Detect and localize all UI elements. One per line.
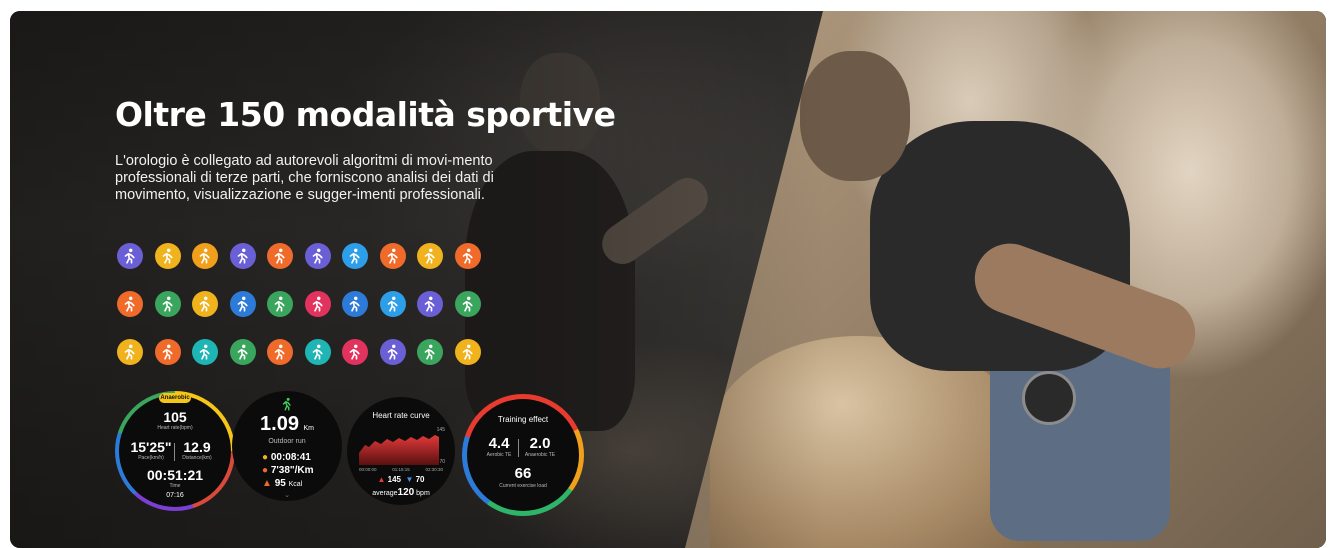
stepper-icon <box>117 243 143 269</box>
ballet-icon <box>342 339 368 365</box>
anaerobic-te-value: 2.0 <box>529 435 551 452</box>
heart-rate-label: Heart rate(bpm) <box>157 425 193 431</box>
run-pace: 7'38"/Km <box>270 465 314 476</box>
hero-description: L'orologio è collegato ad autorevoli alg… <box>115 153 494 203</box>
hiking-icon <box>304 243 331 269</box>
hr-time-start: 00:00:00 <box>359 467 377 472</box>
hr-average-label: average <box>372 490 398 497</box>
sport-modes-grid <box>117 243 497 387</box>
fitness-icon <box>229 339 256 365</box>
hr-average-unit: bpm <box>416 490 430 497</box>
zone-badge: Anaerobic <box>159 393 191 403</box>
trail-run-icon <box>454 291 481 317</box>
triathlon-icon <box>192 243 218 269</box>
run-mode: Outdoor run <box>268 438 306 445</box>
walk-icon <box>267 339 293 365</box>
sprint-icon <box>454 243 481 269</box>
calories-icon: ▲ <box>262 478 272 489</box>
run-calories: 95 <box>274 478 286 489</box>
rowing-icon <box>117 291 143 317</box>
distance-value: 12.9 <box>183 439 211 455</box>
hr-curve-title: Heart rate curve <box>372 411 430 420</box>
timer-icon: ● <box>262 452 269 463</box>
strength-icon <box>454 339 481 365</box>
calories-unit: Kcal <box>288 481 303 488</box>
nordic-walk-icon <box>417 291 443 317</box>
run-duration: 00:08:41 <box>270 452 311 463</box>
cycling-icon <box>342 243 368 269</box>
aerobic-te-value: 4.4 <box>488 435 510 452</box>
chevron-down-icon: ⌄ <box>284 492 290 499</box>
hero-title: Oltre 150 modalità sportive <box>115 95 616 134</box>
walking-icon <box>154 243 181 269</box>
watch-face-training-effect: Training effect 4.4 Aerobic TE 2.0 Anaer… <box>462 394 584 516</box>
hr-min: 70 <box>415 475 425 484</box>
parkour-icon <box>192 339 218 365</box>
hero-banner: Oltre 150 modalità sportive L'orologio è… <box>10 11 1326 548</box>
martial-arts-icon <box>267 243 293 269</box>
clock-value: 07:16 <box>166 492 184 499</box>
climber-figure <box>790 51 1210 548</box>
pace-icon: ● <box>262 465 269 476</box>
time-value: 00:51:21 <box>146 467 204 483</box>
dance-icon <box>417 243 443 269</box>
treadmill-icon <box>379 339 406 365</box>
bike-icon <box>117 339 143 365</box>
running-icon <box>379 243 406 269</box>
pace-label: Pace(km/h) <box>138 455 164 461</box>
gymnastics-icon <box>304 291 331 317</box>
time-label: Time <box>169 483 181 489</box>
skiing-icon <box>342 291 368 317</box>
hr-average: 120 <box>397 487 415 498</box>
anaerobic-te-label: Anaerobic TE <box>524 452 556 458</box>
hr-time-end: 02:30:30 <box>425 467 443 472</box>
sport-icon-row <box>117 339 497 365</box>
pace-value: 15'25" <box>130 439 172 455</box>
run-distance: 1.09 <box>260 413 299 435</box>
sport-icon-row <box>117 243 497 269</box>
exercise-load-value: 66 <box>514 465 532 482</box>
run-distance-unit: Km <box>303 425 314 432</box>
mountaineering-icon <box>154 339 181 365</box>
hr-y-max: 145 <box>436 427 445 433</box>
climbing-icon <box>192 291 218 317</box>
swimming-icon <box>229 291 256 317</box>
heart-rate-chart <box>359 435 439 465</box>
training-effect-title: Training effect <box>497 415 549 424</box>
skating-icon <box>154 291 181 317</box>
aerobics-icon <box>267 291 293 317</box>
watch-face-aerobic: Anaerobic 105 Heart rate(bpm) 15'25" Pac… <box>115 391 235 511</box>
distance-label: Distance(km) <box>182 455 212 461</box>
arrow-down-icon: ▼ <box>405 475 414 484</box>
elliptical-icon <box>417 339 443 365</box>
exercise-load-label: Current exercise load <box>499 483 547 489</box>
smartwatch-image <box>1022 371 1076 425</box>
jump-rope-icon <box>229 243 256 269</box>
heart-rate-value: 105 <box>163 409 187 425</box>
hr-max: 145 <box>387 475 401 484</box>
snowboard-icon <box>379 291 406 317</box>
watch-face-outdoor-run: 1.09 Km Outdoor run ● 00:08:41 ● 7'38"/K… <box>232 391 342 501</box>
hr-y-min: 70 <box>439 459 445 465</box>
arrow-up-icon: ▲ <box>377 475 386 484</box>
aerobic-te-label: Aerobic TE <box>486 452 512 458</box>
hr-time-mid: 01:15:15 <box>392 467 410 472</box>
sport-icon-row <box>117 291 497 317</box>
watch-face-heart-rate-curve: Heart rate curve 145 70 00:00:00 01:15:1… <box>347 397 455 505</box>
yoga-icon <box>304 339 331 365</box>
